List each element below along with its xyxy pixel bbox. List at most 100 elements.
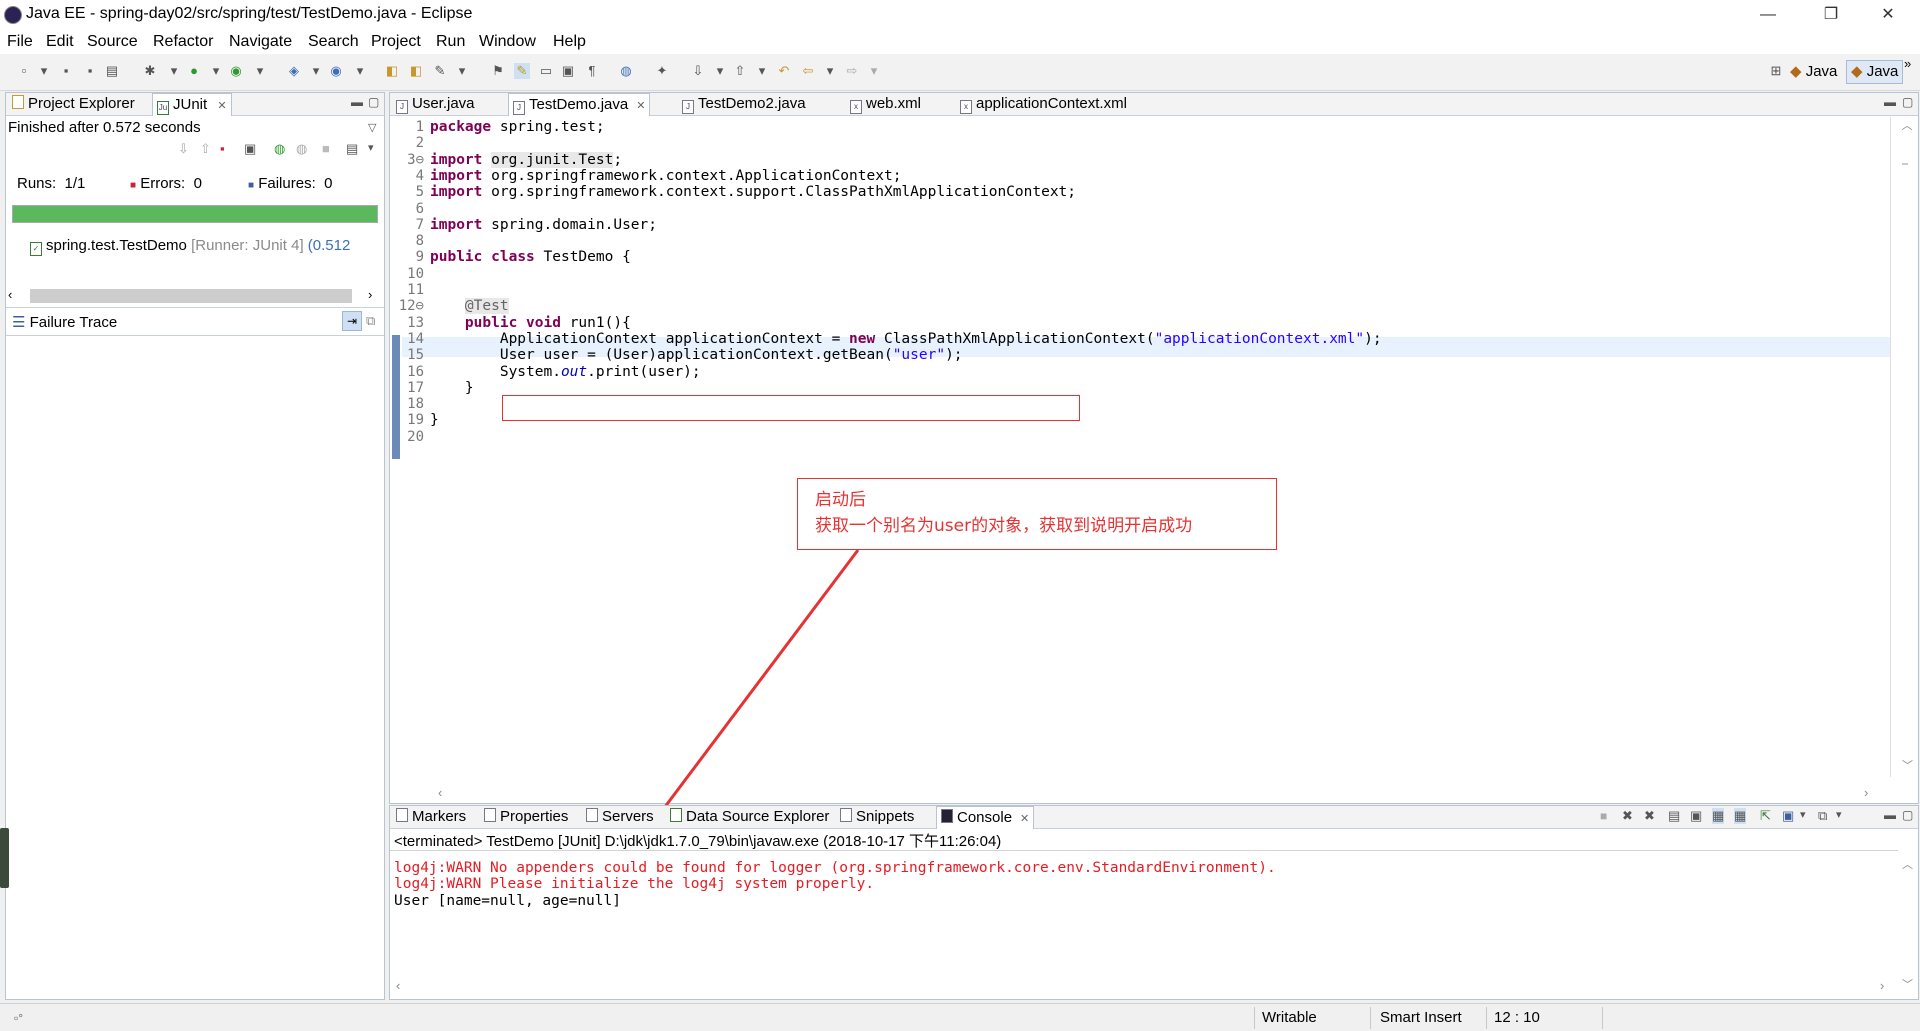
- menu-source[interactable]: Source: [87, 33, 138, 51]
- open-type-icon[interactable]: ◧: [384, 63, 400, 79]
- perspective-java-ee[interactable]: ◆ Java: [1790, 62, 1837, 80]
- menu-search[interactable]: Search: [308, 33, 359, 51]
- tab-snippets[interactable]: Snippets: [836, 806, 918, 828]
- terminate-icon[interactable]: ■: [1600, 809, 1607, 823]
- show-whitespace-icon[interactable]: ▣: [560, 63, 576, 79]
- tab-data-source-explorer[interactable]: Data Source Explorer: [666, 806, 833, 828]
- prev-annotation-dropdown-icon[interactable]: ▾: [754, 63, 770, 79]
- open-perspective-icon[interactable]: ⊞: [1768, 63, 1784, 79]
- pin-icon[interactable]: ✦: [654, 63, 670, 79]
- back-dropdown-icon[interactable]: ▾: [822, 63, 838, 79]
- stop-icon[interactable]: ■: [322, 141, 330, 156]
- filter-stack-icon[interactable]: ⇥: [342, 311, 362, 331]
- menu-refactor[interactable]: Refactor: [153, 33, 213, 51]
- console-scroll-up-icon[interactable]: ︿: [1902, 856, 1913, 872]
- close-button[interactable]: ✕: [1865, 0, 1911, 30]
- console-scroll-right-icon[interactable]: ›: [1880, 978, 1884, 993]
- class-dropdown-icon[interactable]: ▾: [352, 63, 368, 79]
- menu-help[interactable]: Help: [553, 33, 586, 51]
- close-tab-icon[interactable]: ✕: [1020, 813, 1029, 825]
- console-scroll-left-icon[interactable]: ‹: [396, 978, 400, 993]
- forward-icon[interactable]: ⇨: [844, 63, 860, 79]
- tab-properties[interactable]: Properties: [480, 806, 572, 828]
- scroll-down-icon[interactable]: ﹀: [1902, 757, 1913, 773]
- pilcrow-icon[interactable]: ¶: [584, 63, 600, 79]
- new-icon[interactable]: ▫: [16, 63, 32, 79]
- menu-window[interactable]: Window: [479, 33, 536, 51]
- prev-failure-icon[interactable]: ⇧: [200, 141, 211, 157]
- vertical-scrollbar[interactable]: ︿: [1898, 117, 1916, 777]
- block-selection-icon[interactable]: ▭: [538, 63, 554, 79]
- search-dropdown-icon[interactable]: ▾: [454, 63, 470, 79]
- menu-navigate[interactable]: Navigate: [229, 33, 292, 51]
- tab-web-xml[interactable]: x web.xml: [846, 93, 925, 115]
- scroll-right-icon[interactable]: ›: [368, 287, 372, 302]
- toggle-breadcrumb-icon[interactable]: ⚑: [490, 63, 506, 79]
- more-perspectives-icon[interactable]: »: [1904, 56, 1911, 71]
- run-icon[interactable]: ●: [186, 63, 202, 79]
- search-icon[interactable]: ✎: [432, 63, 448, 79]
- show-failures-only-icon[interactable]: ▪: [220, 141, 225, 156]
- console-scroll-down-icon[interactable]: ﹀: [1902, 976, 1913, 992]
- maximize-editor-icon[interactable]: ▢: [1902, 95, 1913, 109]
- menu-project[interactable]: Project: [371, 33, 421, 51]
- coverage-icon[interactable]: ◉: [228, 63, 244, 79]
- fast-view-icon[interactable]: ▫°: [14, 1007, 23, 1029]
- open-task-icon[interactable]: ◧: [408, 63, 424, 79]
- maximize-view-icon[interactable]: ▢: [368, 95, 379, 109]
- tab-markers[interactable]: Markers: [392, 806, 470, 828]
- close-tab-icon[interactable]: ✕: [636, 100, 645, 112]
- display-console-icon[interactable]: ▣: [1782, 808, 1794, 824]
- restore-button[interactable]: ❐: [1808, 0, 1854, 30]
- coverage-dropdown-icon[interactable]: ▾: [252, 63, 268, 79]
- minimize-editor-icon[interactable]: ▬: [1884, 95, 1896, 109]
- next-annotation-icon[interactable]: ⇩: [690, 63, 706, 79]
- rerun-test-icon[interactable]: ◍: [274, 141, 285, 157]
- forward-dropdown-icon[interactable]: ▾: [866, 63, 882, 79]
- maximize-console-icon[interactable]: ▢: [1902, 808, 1913, 822]
- perspective-java[interactable]: ◆ Java: [1846, 60, 1904, 84]
- display-console-dropdown-icon[interactable]: ▾: [1800, 808, 1806, 821]
- dropdown-icon[interactable]: ▾: [36, 63, 52, 79]
- scroll-lock-icon[interactable]: ▣: [244, 141, 256, 157]
- new-server-icon[interactable]: ◈: [286, 63, 302, 79]
- tab-testdemo2-java[interactable]: J TestDemo2.java: [678, 93, 810, 115]
- last-edit-icon[interactable]: ↶: [776, 63, 792, 79]
- open-console-icon[interactable]: ⧉: [1818, 808, 1827, 824]
- tab-servers[interactable]: Servers: [582, 806, 658, 828]
- menu-edit[interactable]: Edit: [46, 33, 74, 51]
- console-output[interactable]: log4j:WARN No appenders could be found f…: [390, 852, 1896, 972]
- tab-testdemo-java[interactable]: J TestDemo.java ✕: [508, 93, 651, 116]
- scroll-left-icon[interactable]: ‹: [8, 287, 12, 302]
- scroll-left-icon[interactable]: ‹: [438, 785, 442, 800]
- menu-run[interactable]: Run: [436, 33, 465, 51]
- minimize-view-icon[interactable]: ▬: [351, 95, 363, 109]
- tab-junit[interactable]: Ju JUnit ✕: [152, 93, 232, 116]
- print-icon[interactable]: ▤: [104, 63, 120, 79]
- code-area[interactable]: 1 package spring.test; 2 3⊖ import org.junit…: [390, 115, 1890, 775]
- word-wrap-icon[interactable]: ▦: [1712, 808, 1725, 824]
- new-class-icon[interactable]: ◉: [328, 63, 344, 79]
- globe-icon[interactable]: ◍: [618, 63, 634, 79]
- remove-all-icon[interactable]: ✖: [1644, 808, 1655, 824]
- debug-dropdown-icon[interactable]: ▾: [166, 63, 182, 79]
- close-tab-icon[interactable]: ✕: [217, 100, 226, 112]
- pin-console-icon[interactable]: ⇱: [1760, 808, 1771, 824]
- history-icon[interactable]: ▤: [346, 141, 358, 157]
- side-handle[interactable]: [0, 828, 9, 888]
- history-dropdown-icon[interactable]: ▾: [368, 141, 374, 154]
- open-console-dropdown-icon[interactable]: ▾: [1836, 808, 1842, 821]
- next-annotation-dropdown-icon[interactable]: ▾: [712, 63, 728, 79]
- show-on-output-icon[interactable]: ▦: [1734, 808, 1747, 824]
- back-icon[interactable]: ⇦: [800, 63, 816, 79]
- debug-icon[interactable]: ✱: [142, 63, 158, 79]
- menu-file[interactable]: File: [7, 33, 33, 51]
- tab-user-java[interactable]: J User.java: [392, 93, 479, 115]
- test-tree-item[interactable]: ✓ spring.test.TestDemo [Runner: JUnit 4] …: [30, 237, 382, 256]
- compare-result-icon[interactable]: ⧉: [366, 313, 375, 329]
- tab-project-explorer[interactable]: Project Explorer: [8, 93, 139, 115]
- scroll-lock-icon[interactable]: ▣: [1690, 808, 1702, 824]
- save-all-icon[interactable]: ▪: [82, 63, 98, 79]
- minimize-console-icon[interactable]: ▬: [1884, 808, 1896, 822]
- next-failure-icon[interactable]: ⇩: [178, 141, 189, 157]
